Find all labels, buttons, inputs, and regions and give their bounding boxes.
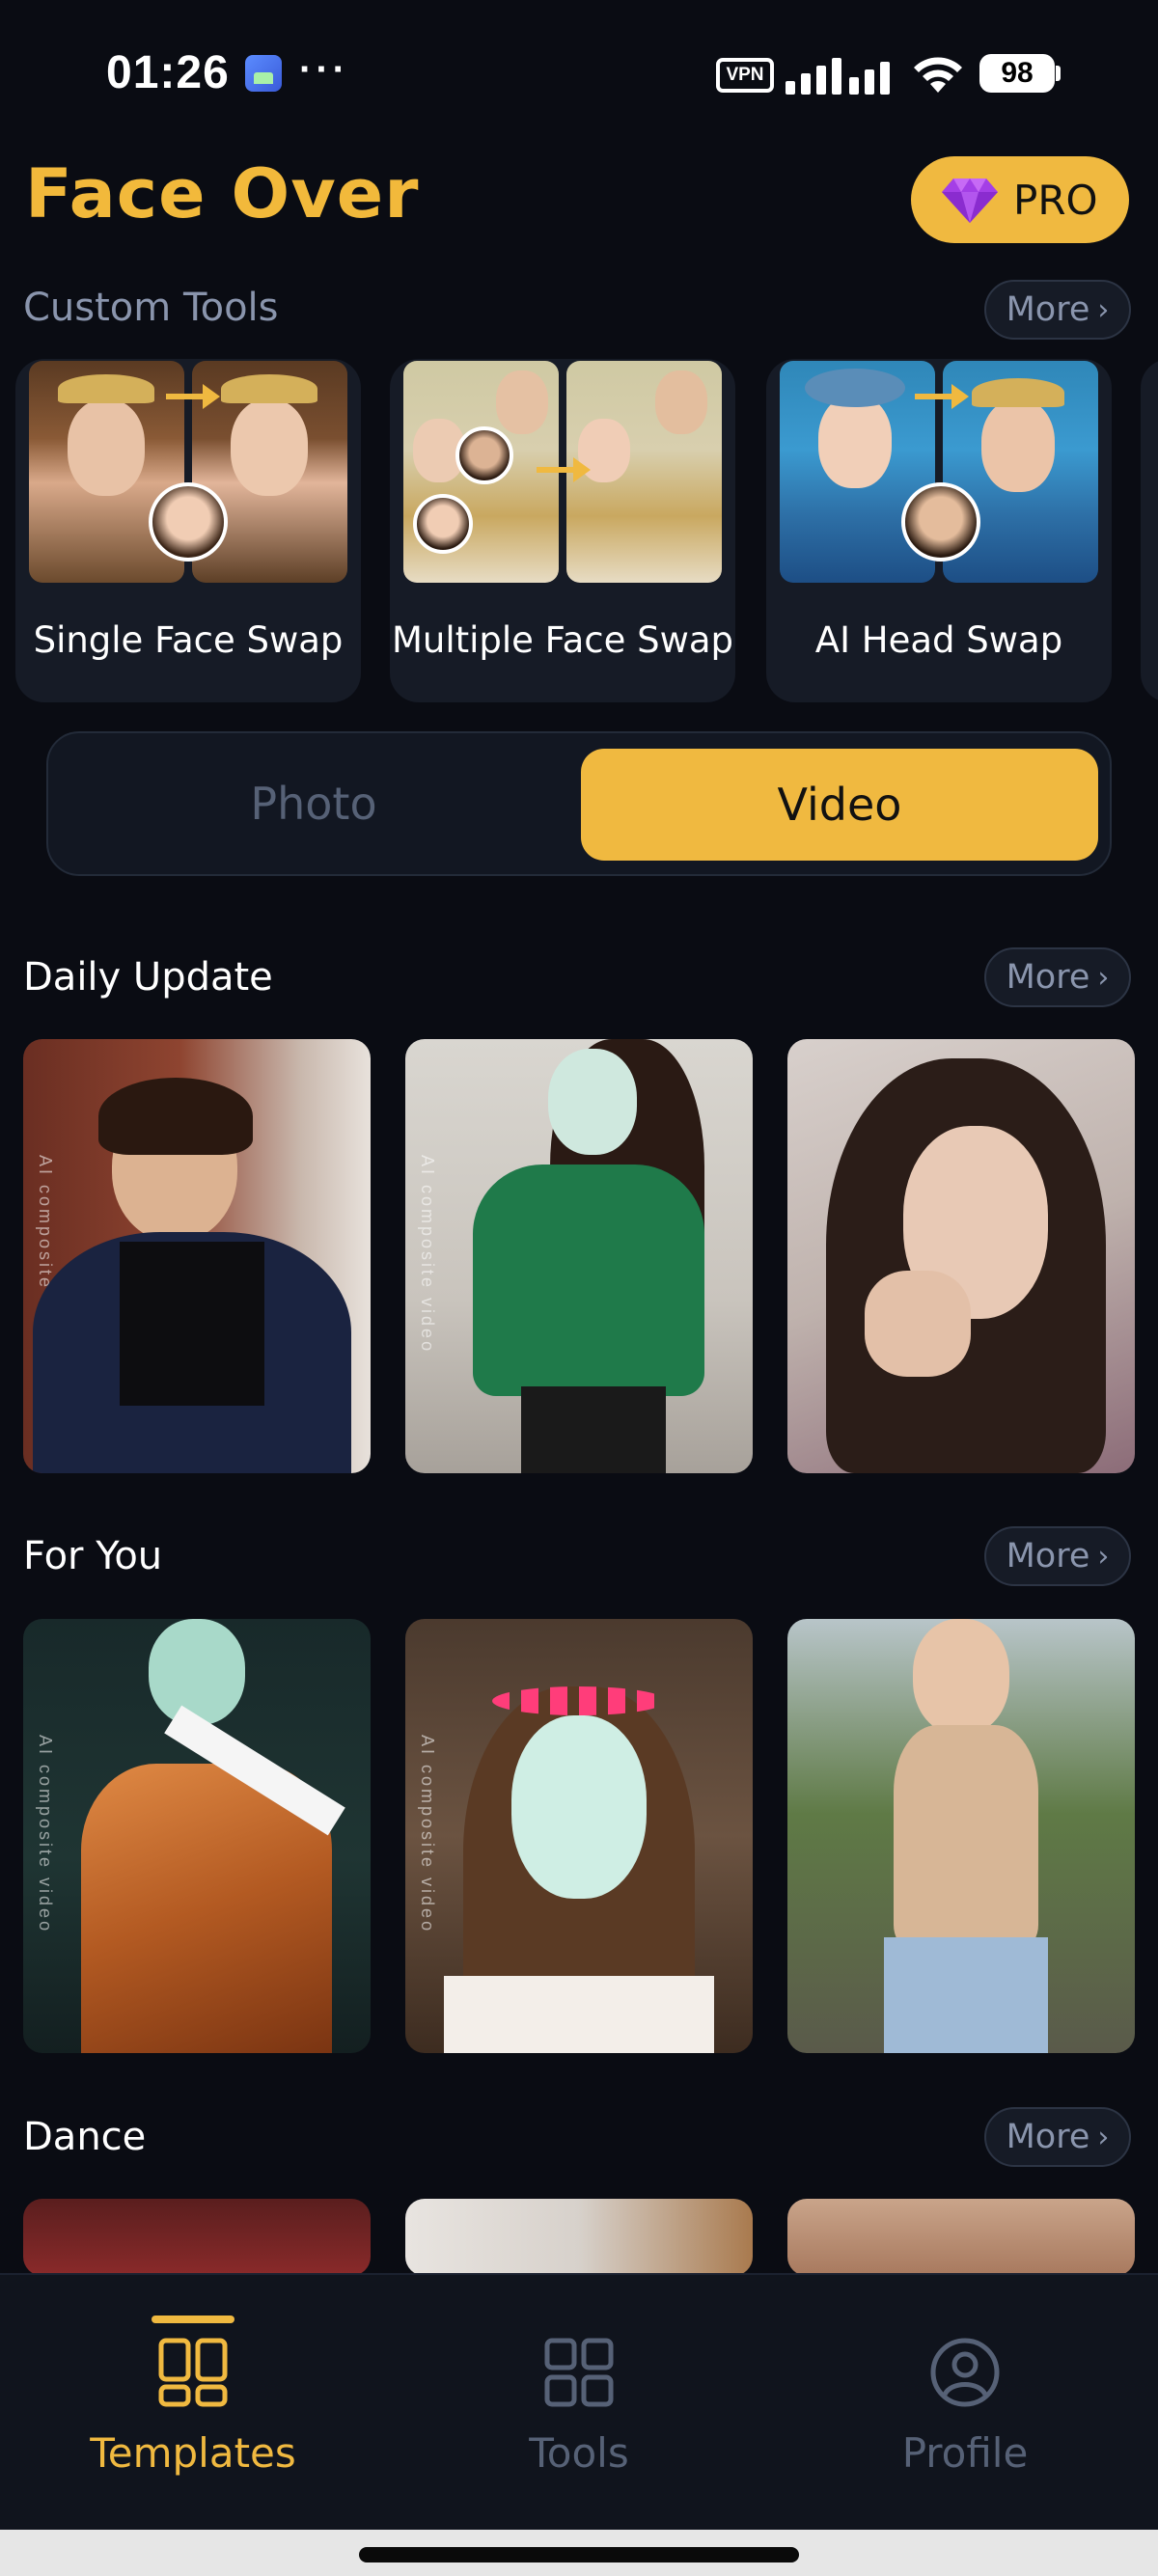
diamond-icon [942, 178, 998, 223]
video-thumbnail[interactable]: AI composite video [405, 1039, 753, 1473]
battery-cap [1056, 66, 1061, 81]
nav-tools[interactable]: Tools [386, 2275, 772, 2532]
more-label: More [1006, 958, 1090, 997]
tool-card-next-peek [1141, 359, 1158, 702]
chevron-right-icon: › [1097, 960, 1110, 995]
grid-icon [158, 2338, 228, 2407]
media-type-toggle: Photo Video [46, 731, 1112, 876]
video-thumbnail[interactable]: AI composite video [405, 1619, 753, 2053]
arrow-right-icon [537, 457, 591, 482]
video-thumbnail[interactable]: AI composite video [23, 1039, 371, 1473]
nav-profile[interactable]: Profile [772, 2275, 1158, 2532]
status-time: 01:26 [106, 47, 230, 98]
app-title: Face Over [24, 154, 420, 233]
dance-title: Dance [23, 2115, 147, 2159]
person-icon [930, 2338, 1000, 2407]
tool-card-multiple-face-swap[interactable]: Multiple Face Swap [390, 359, 735, 702]
active-indicator [152, 2316, 234, 2323]
source-face-avatar [455, 426, 513, 484]
for-you-title: For You [23, 1534, 163, 1578]
more-notifications-icon: ··· [299, 48, 349, 91]
bottom-navigation: Templates Tools Profile [0, 2273, 1158, 2530]
daily-update-title: Daily Update [23, 955, 273, 1000]
wifi-icon [914, 57, 962, 93]
video-thumbnail[interactable] [787, 1039, 1135, 1473]
gallery-notification-icon [245, 55, 282, 92]
more-label: More [1006, 1537, 1090, 1576]
tab-video[interactable]: Video [581, 749, 1098, 861]
watermark: AI composite video [36, 1735, 55, 1934]
chevron-right-icon: › [1097, 2120, 1110, 2154]
video-thumbnail[interactable] [787, 1619, 1135, 2053]
home-indicator[interactable] [359, 2547, 799, 2562]
video-thumbnail[interactable]: AI composite video [23, 1619, 371, 2053]
daily-update-more-button[interactable]: More › [984, 947, 1131, 1007]
nav-templates[interactable]: Templates [0, 2275, 386, 2532]
arrow-right-icon [915, 384, 969, 409]
source-face-avatar [413, 494, 473, 554]
more-label: More [1006, 2118, 1090, 2156]
tool-label: AI Head Swap [814, 619, 1063, 661]
watermark: AI composite video [418, 1155, 437, 1355]
pro-label: PRO [1013, 176, 1098, 224]
status-bar: 01:26 ··· VPN 98 [0, 0, 1158, 145]
tools-grid-icon [544, 2338, 614, 2407]
source-face-avatar [901, 482, 980, 562]
source-face-avatar [149, 482, 228, 562]
cellular-signal-icon [786, 54, 892, 95]
video-thumbnail[interactable] [405, 2199, 753, 2276]
home-indicator-area [0, 2530, 1158, 2576]
tool-card-single-face-swap[interactable]: Single Face Swap [15, 359, 361, 702]
dance-more-button[interactable]: More › [984, 2107, 1131, 2167]
video-thumbnail[interactable] [23, 2199, 371, 2276]
tool-label: Multiple Face Swap [391, 619, 734, 661]
custom-tools-title: Custom Tools [23, 286, 279, 330]
chevron-right-icon: › [1097, 1539, 1110, 1574]
pro-button[interactable]: PRO [911, 156, 1129, 243]
more-label: More [1006, 290, 1090, 329]
chevron-right-icon: › [1097, 292, 1110, 327]
nav-label: Profile [901, 2429, 1029, 2477]
nav-label: Tools [529, 2429, 629, 2477]
nav-label: Templates [90, 2429, 296, 2477]
custom-tools-more-button[interactable]: More › [984, 280, 1131, 340]
video-thumbnail[interactable] [787, 2199, 1135, 2276]
vpn-icon: VPN [716, 58, 774, 93]
watermark: AI composite video [418, 1735, 437, 1934]
tool-card-ai-head-swap[interactable]: AI Head Swap [766, 359, 1112, 702]
arrow-right-icon [166, 384, 220, 409]
for-you-more-button[interactable]: More › [984, 1526, 1131, 1586]
tool-label: Single Face Swap [33, 619, 344, 661]
battery-icon: 98 [979, 54, 1055, 93]
tab-photo[interactable]: Photo [48, 733, 579, 874]
